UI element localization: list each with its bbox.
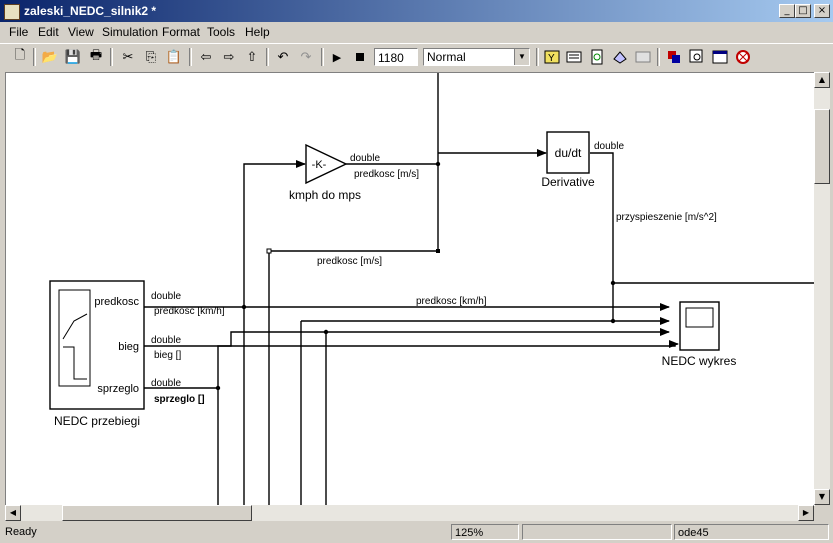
title-bar: zaleski_NEDC_silnik2 * _ □ ×	[0, 0, 833, 22]
derivative-block[interactable]: du/dt	[546, 131, 590, 174]
stateflow-icon[interactable]	[733, 47, 753, 67]
label-bieg: bieg []	[154, 350, 181, 361]
scope-name: NEDC wykres	[662, 354, 737, 368]
menu-bar: File Edit View Simulation Format Tools H…	[0, 22, 833, 42]
build-model-icon[interactable]: Y	[542, 47, 562, 67]
vertical-scrollbar[interactable]: ▲ ▼	[814, 72, 830, 505]
simulation-mode-select[interactable]: Normal ▼	[423, 48, 530, 66]
toolbar-separator	[33, 48, 36, 66]
status-bar: Ready 125% ode45	[0, 522, 833, 543]
toolbar-separator	[266, 48, 269, 66]
label-predkosc-ms: predkosc [m/s]	[354, 169, 419, 180]
library-browser-icon[interactable]	[610, 47, 630, 67]
simulink-app-icon[interactable]	[4, 4, 20, 20]
port-predkosc-label: predkosc	[94, 296, 139, 308]
scroll-right-icon[interactable]: ▶	[798, 505, 814, 521]
stop-simulation-icon[interactable]	[350, 47, 370, 67]
derivative-symbol: du/dt	[555, 146, 582, 160]
menu-tools[interactable]: Tools	[207, 25, 235, 39]
label-predkosc-kmh-2: predkosc [km/h]	[416, 296, 487, 307]
svg-text:Y: Y	[548, 53, 555, 64]
gain-symbol: -K-	[312, 159, 327, 171]
port-sprzeglo-label: sprzeglo	[97, 383, 139, 395]
toolbar-separator	[321, 48, 324, 66]
up-arrow-icon[interactable]: ⇧	[242, 47, 262, 67]
debug-icon[interactable]	[664, 47, 684, 67]
nedc-przebiegi-block[interactable]: predkosc bieg sprzeglo	[49, 280, 145, 410]
dtype-bieg: double	[151, 335, 181, 346]
block-diagram: predkosc bieg sprzeglo NEDC przebiegi -K…	[49, 73, 815, 506]
status-text: Ready	[5, 526, 37, 538]
window-title: zaleski_NEDC_silnik2 *	[24, 4, 157, 18]
cut-icon[interactable]: ✂	[118, 47, 138, 67]
signal-bieg-to-scope	[144, 328, 670, 347]
label-predkosc-ms-2: predkosc [m/s]	[317, 256, 382, 267]
save-icon[interactable]: 💾	[63, 47, 83, 67]
vertical-scroll-thumb[interactable]	[814, 109, 830, 184]
chevron-down-icon[interactable]: ▼	[514, 49, 529, 65]
start-simulation-icon[interactable]: ▶	[327, 47, 347, 67]
find-icon[interactable]	[687, 47, 707, 67]
signal-sprzeglo-to-scope	[217, 344, 676, 388]
copy-icon[interactable]: ⎘	[141, 47, 161, 67]
gain-block[interactable]: -K-	[305, 143, 348, 185]
toolbar-separator	[536, 48, 539, 66]
toolbar-separator	[110, 48, 113, 66]
dtype-sprzeglo: double	[151, 378, 181, 389]
refresh-icon[interactable]	[587, 47, 607, 67]
menu-view[interactable]: View	[68, 25, 94, 39]
label-predkosc-kmh: predkosc [km/h]	[154, 306, 225, 317]
simulation-mode-value: Normal	[427, 50, 466, 64]
update-diagram-icon[interactable]	[564, 47, 584, 67]
new-model-icon[interactable]: 🗋	[10, 47, 30, 67]
dtype-gain-out: double	[350, 153, 380, 164]
minimize-button[interactable]: _	[779, 4, 795, 18]
horizontal-scroll-thumb[interactable]	[62, 505, 252, 521]
print-icon[interactable]: 🖶	[86, 47, 106, 67]
undo-icon[interactable]: ↶	[273, 47, 293, 67]
horizontal-scrollbar[interactable]: ◀ ▶	[5, 505, 814, 521]
menu-format[interactable]: Format	[162, 25, 200, 39]
nedc-przebiegi-name: NEDC przebiegi	[54, 414, 140, 428]
menu-help[interactable]: Help	[245, 25, 270, 39]
label-przyspieszenie: przyspieszenie [m/s^2]	[616, 212, 717, 223]
toolbar: 🗋 📂 💾 🖶 ✂ ⎘ 📋 ⇦ ⇨ ⇧ ↶ ↷ ▶ 1180 Normal ▼ Y	[0, 43, 833, 72]
signal-predkosc-ms-down	[268, 250, 438, 506]
label-sprzeglo: sprzeglo []	[154, 394, 205, 405]
menu-edit[interactable]: Edit	[38, 25, 59, 39]
menu-simulation[interactable]: Simulation	[102, 25, 158, 39]
derivative-name: Derivative	[541, 175, 595, 189]
forward-arrow-icon[interactable]: ⇨	[219, 47, 239, 67]
model-explorer-icon[interactable]	[633, 47, 653, 67]
open-folder-icon[interactable]: 📂	[40, 47, 60, 67]
redo-icon[interactable]: ↷	[296, 47, 316, 67]
signal-lines	[144, 73, 815, 506]
dtype-predkosc: double	[151, 291, 181, 302]
model-canvas[interactable]: predkosc bieg sprzeglo NEDC przebiegi -K…	[5, 72, 815, 506]
maximize-button[interactable]: □	[795, 4, 811, 18]
toolbar-separator	[657, 48, 660, 66]
signal-labels: double predkosc [km/h] double bieg [] do…	[151, 141, 717, 405]
dtype-derivative-out: double	[594, 141, 624, 152]
back-arrow-icon[interactable]: ⇦	[196, 47, 216, 67]
port-bieg-label: bieg	[118, 341, 139, 353]
model-properties-icon[interactable]	[710, 47, 730, 67]
branch-points	[215, 161, 616, 391]
solver-name: ode45	[674, 524, 829, 540]
status-blank	[522, 524, 672, 540]
scroll-down-icon[interactable]: ▼	[814, 489, 830, 505]
menu-file[interactable]: File	[9, 25, 28, 39]
close-button[interactable]: ×	[814, 4, 830, 18]
scroll-up-icon[interactable]: ▲	[814, 72, 830, 88]
signal-predkosc-to-gain	[243, 160, 306, 307]
scroll-left-icon[interactable]: ◀	[5, 505, 21, 521]
gain-name: kmph do mps	[289, 188, 361, 202]
stop-time-input[interactable]: 1180	[374, 48, 418, 66]
zoom-level: 125%	[451, 524, 519, 540]
paste-icon[interactable]: 📋	[164, 47, 184, 67]
signal-sprzeglo	[144, 387, 219, 506]
scope-block[interactable]	[679, 301, 720, 351]
toolbar-separator	[189, 48, 192, 66]
